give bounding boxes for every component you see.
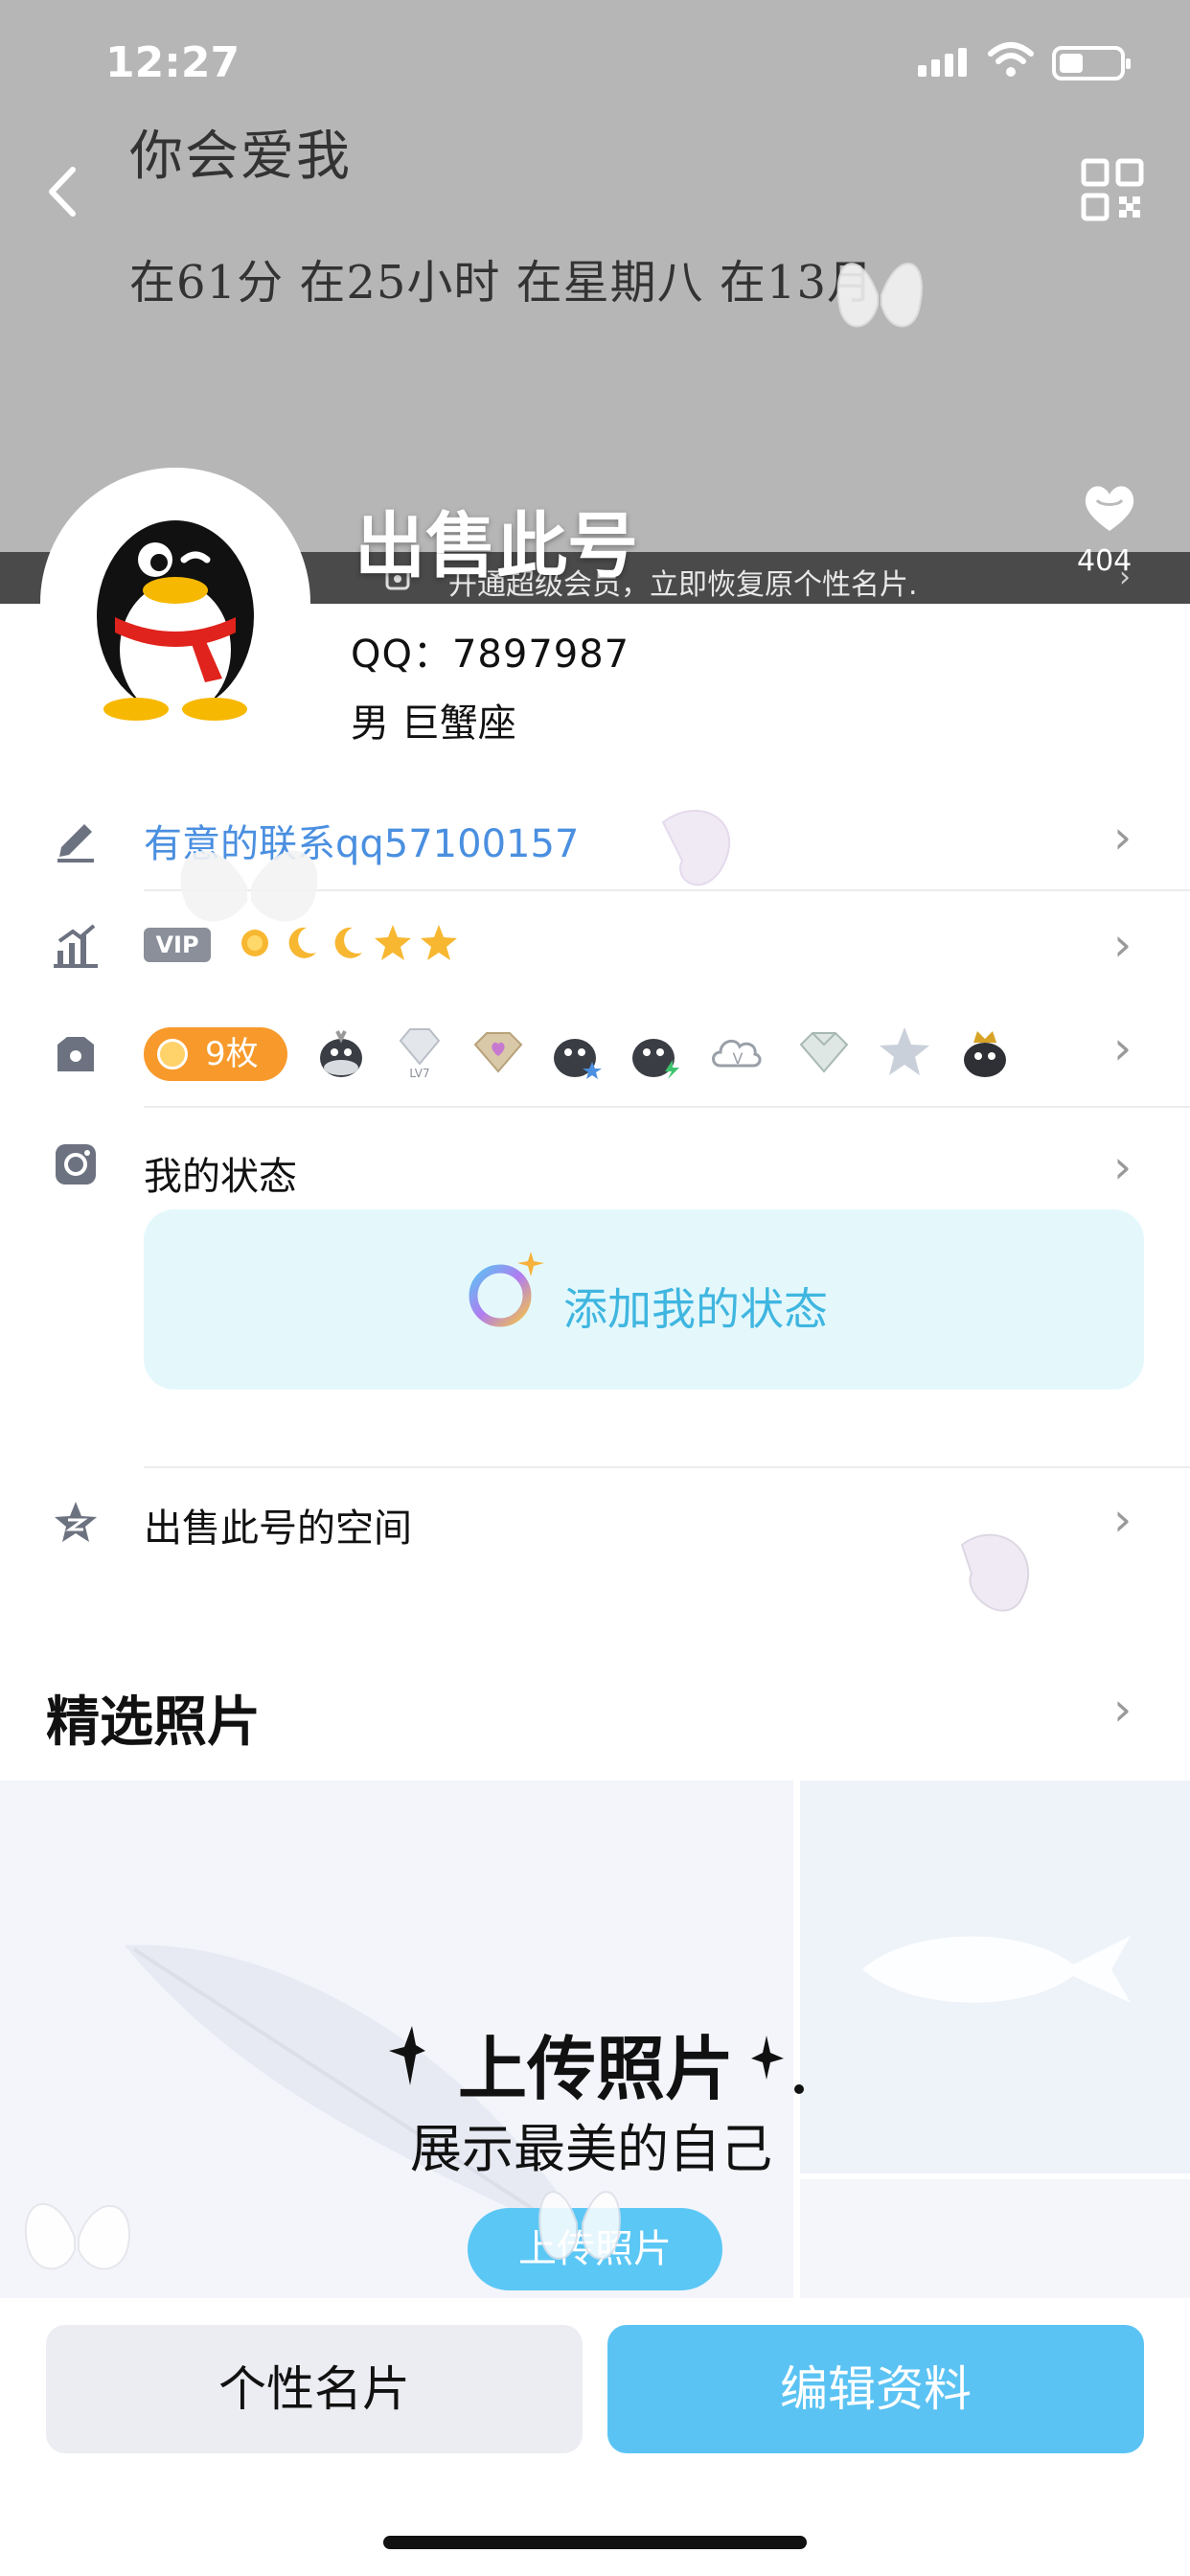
qzone-star-icon — [55, 1502, 97, 1542]
add-status-text: 添加我的状态 — [563, 1283, 828, 1335]
upload-photo-title: 上传照片 — [458, 2029, 735, 2109]
chevron-right-icon: › — [1113, 918, 1133, 972]
like-heart-icon[interactable] — [1078, 477, 1141, 537]
photo-slot[interactable] — [800, 2179, 1190, 2298]
back-arrow-icon[interactable] — [38, 158, 86, 225]
penguin-star-medal-icon — [554, 1039, 602, 1079]
star-icon — [375, 925, 411, 960]
cloud-v-medal-icon: V — [712, 1039, 762, 1068]
status-ring-icon — [469, 1252, 544, 1327]
home-indicator[interactable] — [383, 2536, 807, 2549]
fish-decoration-icon — [862, 1936, 1131, 2003]
medal-count: 9枚 — [205, 1035, 259, 1073]
qq-number: QQ：7897987 — [351, 632, 630, 677]
diamond-lv7-medal-icon: LV7 — [399, 1028, 441, 1080]
butterfly-icon — [661, 810, 731, 886]
butterfly-icon — [180, 850, 318, 922]
edit-profile-button[interactable]: 编辑资料 — [607, 2325, 1144, 2453]
status-time: 12:27 — [105, 38, 240, 87]
penguin-crown-medal-icon — [964, 1031, 1006, 1077]
featured-photos-title: 精选照片 — [46, 1691, 261, 1754]
pencil-icon — [57, 824, 94, 862]
heart-diamond-medal-icon — [473, 1032, 523, 1073]
chevron-right-icon: › — [1113, 1022, 1133, 1075]
avatar[interactable] — [40, 468, 310, 738]
cellular-signal-icon — [918, 48, 967, 77]
chevron-right-icon: › — [1113, 1493, 1133, 1547]
level-chart-icon — [54, 924, 98, 968]
diamond-medal-icon — [799, 1032, 849, 1073]
status-label: 我的状态 — [144, 1155, 297, 1199]
butterfly-icon — [960, 1533, 1030, 1612]
svg-text:LV7: LV7 — [409, 1067, 429, 1080]
chevron-right-icon[interactable]: › — [1113, 1683, 1132, 1736]
butterfly-icon — [538, 2191, 621, 2260]
camera-icon — [56, 1144, 96, 1184]
nickname: 出售此号 — [355, 505, 638, 587]
butterfly-icon — [836, 263, 923, 328]
sparkle-icon — [751, 2036, 804, 2094]
penguin-medal-icon — [320, 1030, 362, 1077]
svg-text:V: V — [733, 1049, 744, 1068]
crown-box-icon — [57, 1037, 94, 1071]
penguin-bolt-medal-icon — [632, 1039, 679, 1079]
battery-icon — [1052, 46, 1131, 80]
chevron-right-icon: › — [1113, 811, 1133, 864]
qr-code-icon[interactable] — [1081, 158, 1144, 221]
medal-count-badge: 9枚 — [144, 1027, 287, 1081]
chevron-right-icon: › — [1113, 1140, 1133, 1194]
photo-divider — [800, 2174, 1190, 2179]
star-icon — [421, 925, 457, 960]
gender-zodiac: 男 巨蟹座 — [351, 702, 516, 746]
butterfly-icon — [24, 2202, 130, 2270]
like-count: 404 — [1077, 544, 1133, 578]
sparkle-icon — [389, 2026, 425, 2085]
penguin-avatar-icon — [97, 520, 254, 721]
space-label: 出售此号的空间 — [144, 1506, 412, 1551]
signature-line-2: 在61分 在25小时 在星期八 在13月 — [129, 256, 875, 310]
signature-line-1: 你会爱我 — [129, 126, 352, 188]
wifi-icon — [988, 42, 1034, 77]
profile-card-button[interactable]: 个性名片 — [46, 2325, 583, 2453]
star-medal-icon — [880, 1027, 929, 1075]
